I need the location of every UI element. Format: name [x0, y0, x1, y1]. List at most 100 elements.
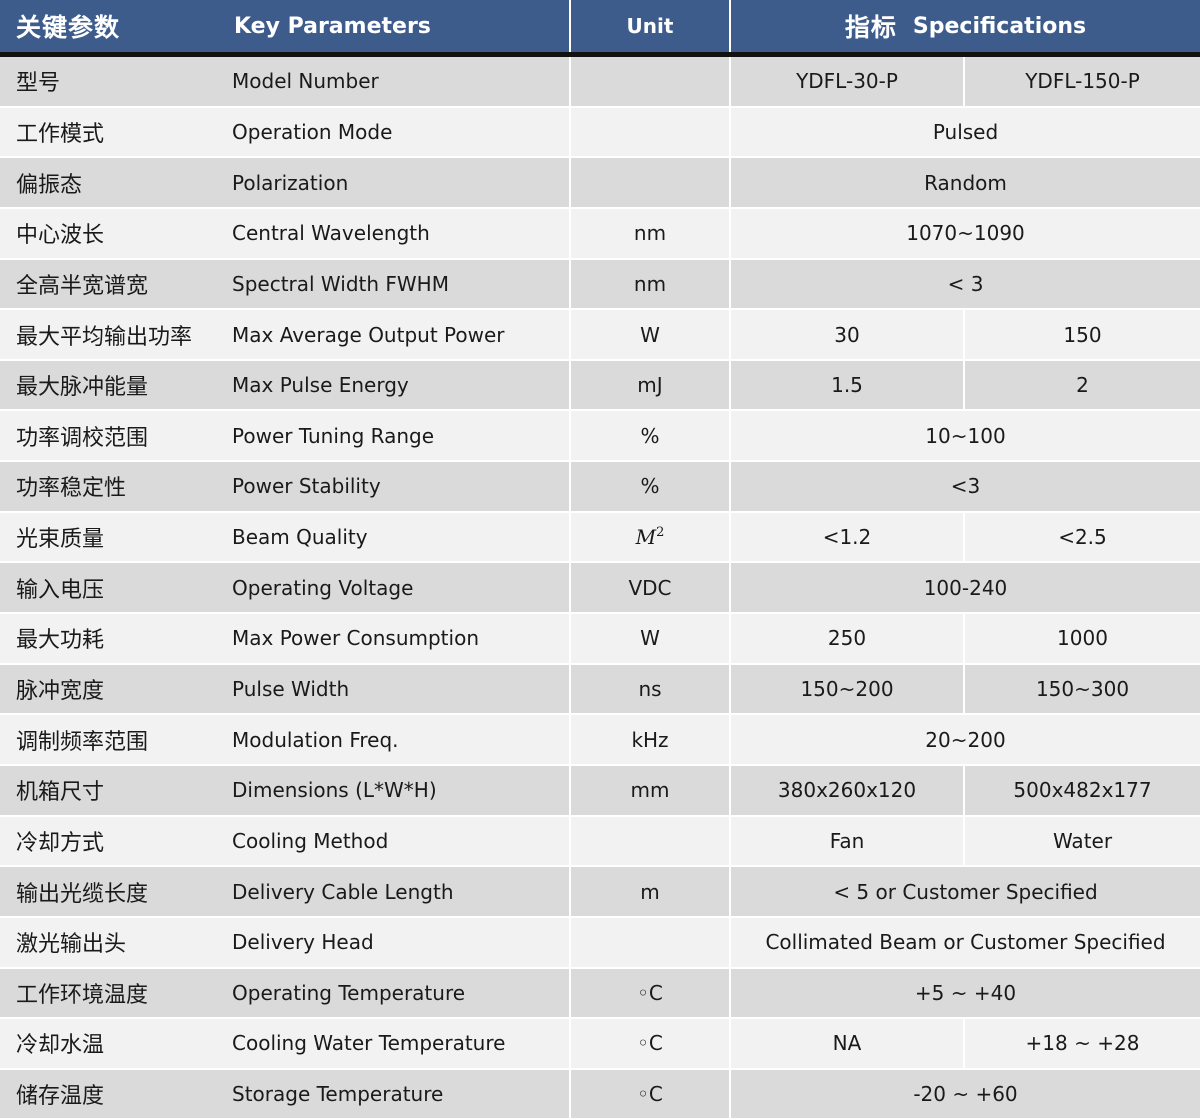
spec-value-model-1: 150~200	[731, 664, 965, 714]
parameter-name-en: Central Wavelength	[232, 221, 430, 246]
unit-cell	[571, 107, 731, 157]
table-row: 调制频率范围 Modulation Freq. kHz 20~200	[0, 715, 1200, 766]
spec-value-model-2: 2	[965, 360, 1200, 410]
parameter-name-cn: 冷却方式	[16, 830, 105, 856]
spec-value-shared: 20~200	[731, 715, 1200, 764]
spec-value-shared: 10~100	[731, 411, 1200, 461]
unit-cell	[571, 57, 731, 106]
parameter-name-cn: 功率稳定性	[16, 476, 127, 502]
unit-cell: nm	[571, 208, 731, 258]
parameter-cell: 型号 Model Number	[0, 57, 571, 106]
spec-value-model-1: <1.2	[731, 512, 965, 562]
parameter-name-en: Delivery Head	[232, 930, 374, 955]
table-row: 冷却水温 Cooling Water Temperature ◦C NA +18 ~ +…	[0, 1019, 1200, 1070]
unit-cell: kHz	[571, 715, 731, 764]
parameter-name-cn: 工作模式	[16, 121, 105, 147]
spec-value-model-2: 500x482x177	[965, 765, 1200, 815]
table-row: 偏振态 Polarization Random	[0, 158, 1200, 209]
parameter-name-cn: 调制频率范围	[16, 729, 149, 755]
header-spec-cn: 指标	[844, 13, 897, 42]
unit-cell: ◦C	[571, 1019, 731, 1068]
spec-value-model-1: YDFL-30-P	[731, 57, 965, 106]
parameter-name-en: Max Average Output Power	[232, 322, 505, 347]
spec-value-model-1: 1.5	[731, 360, 965, 410]
parameter-name-cn: 最大脉冲能量	[16, 375, 149, 401]
spec-value-shared: +5 ~ +40	[731, 968, 1200, 1018]
table-row: 储存温度 Storage Temperature ◦C -20 ~ +60	[0, 1069, 1200, 1120]
parameter-name-cn: 最大平均输出功率	[16, 324, 193, 350]
unit-text: kHz	[631, 727, 669, 752]
spec-value-shared: 100-240	[731, 563, 1200, 613]
parameter-cell: 最大脉冲能量 Max Pulse Energy	[0, 360, 571, 410]
parameter-cell: 储存温度 Storage Temperature	[0, 1069, 571, 1119]
parameter-name-en: Beam Quality	[232, 525, 368, 550]
table-row: 最大平均输出功率 Max Average Output Power W 30 150	[0, 310, 1200, 361]
unit-text: mJ	[637, 373, 663, 398]
table-row: 输入电压 Operating Voltage VDC 100-240	[0, 563, 1200, 615]
header-key-parameters: 关键参数 Key Parameters	[0, 0, 571, 52]
parameter-cell: 输入电压 Operating Voltage	[0, 563, 571, 613]
unit-superscript: 2	[656, 524, 665, 540]
unit-cell	[571, 917, 731, 967]
unit-cell: M2	[571, 512, 731, 562]
table-header: 关键参数 Key Parameters Unit 指标 Specificatio…	[0, 0, 1200, 57]
parameter-cell: 工作模式 Operation Mode	[0, 107, 571, 157]
unit-text: nm	[633, 271, 667, 296]
parameter-name-cn: 输出光缆长度	[16, 881, 149, 907]
parameter-name-en: Max Power Consumption	[232, 626, 479, 651]
parameter-name-cn: 工作环境温度	[16, 982, 149, 1008]
spec-value-shared: < 5 or Customer Specified	[731, 867, 1200, 916]
header-param-cn: 关键参数	[16, 13, 121, 42]
parameter-cell: 机箱尺寸 Dimensions (L*W*H)	[0, 765, 571, 815]
unit-cell	[571, 158, 731, 207]
parameter-name-en: Power Tuning Range	[232, 423, 435, 448]
spec-value-shared: -20 ~ +60	[731, 1069, 1200, 1119]
table-row: 工作环境温度 Operating Temperature ◦C +5 ~ +40	[0, 968, 1200, 1020]
unit-cell: ◦C	[571, 968, 731, 1018]
unit-text: %	[640, 474, 660, 499]
unit-cell: nm	[571, 259, 731, 309]
parameter-name-en: Cooling Method	[232, 828, 389, 853]
unit-cell: ◦C	[571, 1069, 731, 1119]
table-row: 最大脉冲能量 Max Pulse Energy mJ 1.5 2	[0, 360, 1200, 412]
parameter-name-en: Polarization	[232, 170, 349, 195]
specifications-table: 关键参数 Key Parameters Unit 指标 Specificatio…	[0, 0, 1200, 1120]
unit-cell: m	[571, 867, 731, 916]
spec-value-shared: Random	[731, 158, 1200, 207]
parameter-name-en: Pulse Width	[232, 677, 350, 701]
parameter-name-cn: 中心波长	[16, 223, 105, 249]
parameter-cell: 调制频率范围 Modulation Freq.	[0, 715, 571, 764]
unit-text: mm	[630, 778, 670, 803]
parameter-name-cn: 储存温度	[16, 1084, 105, 1110]
unit-text: M	[635, 525, 657, 550]
parameter-name-en: Operating Voltage	[232, 575, 414, 600]
unit-text: %	[640, 423, 660, 448]
parameter-name-en: Power Stability	[232, 474, 381, 499]
parameter-name-en: Spectral Width FWHM	[232, 271, 449, 296]
spec-value-model-2: 150~300	[965, 664, 1200, 714]
unit-cell: W	[571, 310, 731, 359]
parameter-cell: 工作环境温度 Operating Temperature	[0, 968, 571, 1018]
parameter-cell: 最大平均输出功率 Max Average Output Power	[0, 310, 571, 359]
header-spec-en: Specifications	[912, 13, 1087, 39]
parameter-cell: 冷却水温 Cooling Water Temperature	[0, 1019, 571, 1068]
unit-text: ◦C	[637, 980, 663, 1005]
parameter-cell: 激光输出头 Delivery Head	[0, 917, 571, 967]
spec-value-model-2: +18 ~ +28	[965, 1019, 1200, 1068]
parameter-cell: 光束质量 Beam Quality	[0, 512, 571, 562]
unit-text: VDC	[628, 575, 672, 600]
unit-cell: mm	[571, 765, 731, 815]
parameter-name-en: Cooling Water Temperature	[232, 1031, 506, 1056]
table-row: 最大功耗 Max Power Consumption W 250 1000	[0, 614, 1200, 665]
unit-text: ◦C	[637, 1082, 663, 1107]
table-row: 脉冲宽度 Pulse Width ns 150~200 150~300	[0, 664, 1200, 716]
spec-value-model-1: 30	[731, 310, 965, 359]
header-param-en: Key Parameters	[234, 13, 431, 39]
parameter-cell: 中心波长 Central Wavelength	[0, 208, 571, 258]
unit-cell: ns	[571, 664, 731, 714]
unit-cell: %	[571, 462, 731, 511]
parameter-cell: 脉冲宽度 Pulse Width	[0, 664, 571, 714]
unit-text: nm	[633, 221, 667, 246]
spec-value-shared: < 3	[731, 259, 1200, 309]
parameter-name-cn: 脉冲宽度	[16, 679, 105, 704]
